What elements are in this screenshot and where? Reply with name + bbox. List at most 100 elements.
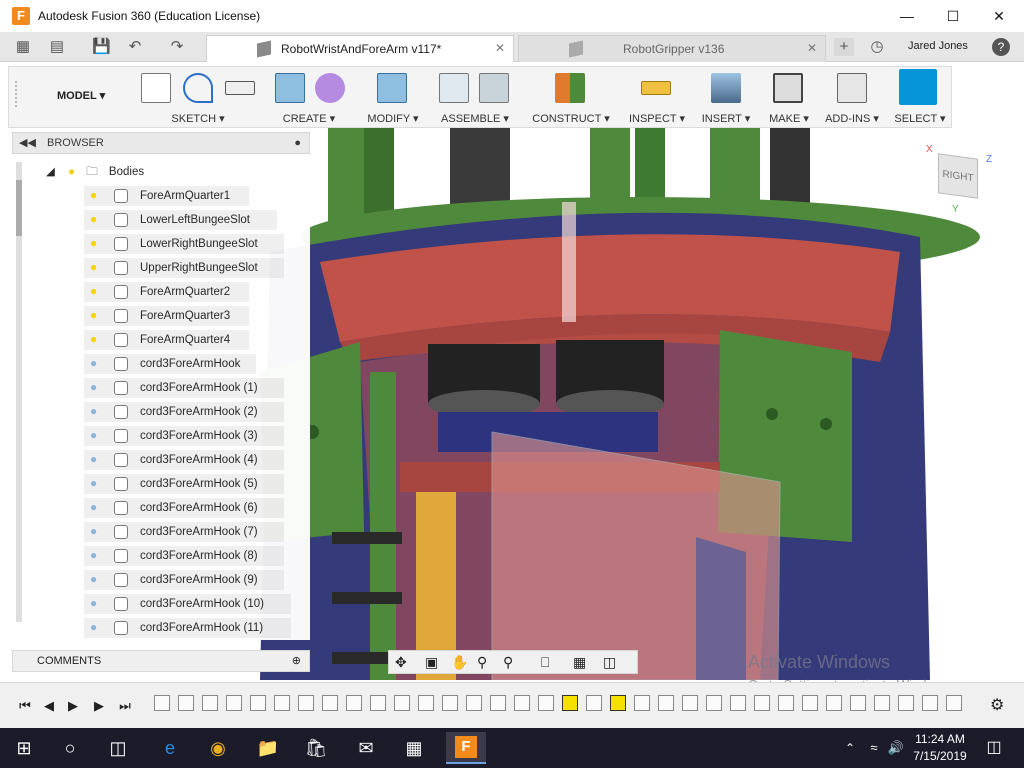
timeline-feature-icon[interactable] [514,695,530,711]
store-icon[interactable]: 🛍 [304,736,328,760]
toolbar-group-add-ins[interactable]: ADD-INS ▾ [819,67,885,127]
timeline-feature-icon[interactable] [538,695,554,711]
timeline-feature-icon[interactable] [466,695,482,711]
body-row[interactable]: ● cord3ForeArmHook (11) [84,618,291,638]
step-forward-icon[interactable]: ▶ [92,699,106,713]
redo-icon[interactable]: ↷ [168,38,186,56]
extrude-icon[interactable] [275,73,305,103]
lightbulb-off-icon[interactable]: ● [90,501,100,514]
timeline-feature-icon[interactable] [202,695,218,711]
spline-icon[interactable] [183,73,213,103]
toolbar-grip[interactable] [15,81,21,107]
browser-minimize-icon[interactable]: ● [294,133,301,153]
lightbulb-off-icon[interactable]: ● [90,525,100,538]
calculator-icon[interactable]: ▦ [402,736,426,760]
lightbulb-off-icon[interactable]: ● [90,405,100,418]
go-to-end-icon[interactable]: ⏭ [118,699,132,713]
lightbulb-off-icon[interactable]: ● [90,429,100,442]
fit-icon[interactable]: ⚲ [503,654,513,671]
viewports-icon[interactable]: ◫ [603,654,616,671]
lightbulb-off-icon[interactable]: ● [90,477,100,490]
timeline-settings-gear-icon[interactable]: ⚙ [990,698,1004,714]
timeline-feature-icon[interactable] [154,695,170,711]
timeline-feature-icon[interactable] [298,695,314,711]
timeline-feature-icon[interactable] [802,695,818,711]
timeline-feature-icon[interactable] [730,695,746,711]
tray-chevron-icon[interactable]: ⌃ [838,736,862,760]
timeline-feature-icon[interactable] [754,695,770,711]
timeline-feature-icon[interactable] [826,695,842,711]
timeline-feature-icon[interactable] [706,695,722,711]
display-settings-icon[interactable]: ⎕ [541,654,549,671]
lightbulb-on-icon[interactable]: ● [90,213,100,226]
timeline-feature-icon[interactable] [418,695,434,711]
lightbulb-off-icon[interactable]: ● [90,453,100,466]
toolbar-group-construct[interactable]: CONSTRUCT ▾ [523,67,619,127]
toolbar-group-sketch[interactable]: SKETCH ▾ [135,67,261,127]
toolbar-group-select[interactable]: SELECT ▾ [887,67,953,127]
lightbulb-on-icon[interactable]: ● [90,309,100,322]
zoom-icon[interactable]: ⚲ [477,654,487,671]
grid-settings-icon[interactable]: ▦ [573,654,586,671]
data-panel-grid-icon[interactable]: ▦ [14,38,32,56]
timeline-feature-icon[interactable] [490,695,506,711]
body-row[interactable]: ● cord3ForeArmHook (8) [84,546,284,566]
look-at-icon[interactable]: ▣ [425,654,438,671]
timeline-feature-icon[interactable] [610,695,626,711]
toolbar-group-assemble[interactable]: ASSEMBLE ▾ [433,67,517,127]
scripts-icon[interactable] [837,73,867,103]
body-row[interactable]: ● cord3ForeArmHook (1) [84,378,284,398]
form-icon[interactable] [315,73,345,103]
3d-print-icon[interactable] [773,73,803,103]
browser-header[interactable]: ◀◀ BROWSER ● [12,132,310,154]
clock[interactable]: 11:24 AM 7/15/2019 [910,732,970,763]
press-pull-icon[interactable] [377,73,407,103]
comments-panel[interactable]: COMMENTS ⊕ [12,650,310,672]
maximize-button[interactable]: ☐ [930,0,976,32]
task-view-icon[interactable]: ◫ [106,736,130,760]
body-row[interactable]: ● LowerRightBungeeSlot [84,234,284,254]
view-cube[interactable]: RIGHT X Z Y [926,144,992,215]
toolbar-group-create[interactable]: CREATE ▾ [267,67,351,127]
timeline-feature-icon[interactable] [898,695,914,711]
timeline-feature-icon[interactable] [394,695,410,711]
step-back-icon[interactable]: ◀ [42,699,56,713]
body-row[interactable]: ● cord3ForeArmHook (7) [84,522,284,542]
minimize-button[interactable]: — [884,0,930,32]
rectangle-icon[interactable] [225,81,255,95]
lightbulb-on-icon[interactable]: ● [90,261,100,274]
chrome-icon[interactable]: ◉ [206,736,230,760]
body-row[interactable]: ● cord3ForeArmHook (2) [84,402,284,422]
body-row[interactable]: ● LowerLeftBungeeSlot [84,210,277,230]
add-comment-icon[interactable]: ⊕ [292,651,301,671]
lightbulb-on-icon[interactable]: ● [90,285,100,298]
job-status-clock-icon[interactable]: ◷ [868,38,886,56]
toolbar-group-make[interactable]: MAKE ▾ [759,67,819,127]
3d-viewport[interactable]: RIGHT X Z Y [240,62,1024,680]
measure-icon[interactable] [641,81,671,95]
tab-robotgripper[interactable]: RobotGripper v136 ✕ [518,35,826,62]
toolbar-group-inspect[interactable]: INSPECT ▾ [621,67,693,127]
help-icon[interactable]: ? [992,38,1010,56]
tab-robotwristandforearm[interactable]: RobotWristAndForeArm v117* ✕ [206,35,514,62]
timeline-feature-icon[interactable] [658,695,674,711]
collapse-icon[interactable]: ◀◀ [19,137,36,149]
network-icon[interactable]: ≈ [862,736,886,760]
timeline-feature-icon[interactable] [226,695,242,711]
timeline-feature-icon[interactable] [778,695,794,711]
lightbulb-off-icon[interactable]: ● [90,549,100,562]
pan-icon[interactable]: ✋ [451,654,468,671]
body-row[interactable]: ● cord3ForeArmHook (4) [84,450,284,470]
timeline-feature-icon[interactable] [586,695,602,711]
body-row[interactable]: ● ForeArmQuarter2 [84,282,249,302]
tab-close-icon[interactable]: ✕ [807,41,817,55]
offset-plane-icon[interactable] [555,73,585,103]
play-icon[interactable]: ▶ [66,699,80,713]
undo-icon[interactable]: ↶ [126,38,144,56]
timeline-feature-icon[interactable] [946,695,962,711]
timeline-feature-icon[interactable] [562,695,578,711]
edge-icon[interactable]: e [158,736,182,760]
lightbulb-off-icon[interactable]: ● [90,597,100,610]
timeline-feature-icon[interactable] [178,695,194,711]
timeline-feature-icon[interactable] [442,695,458,711]
